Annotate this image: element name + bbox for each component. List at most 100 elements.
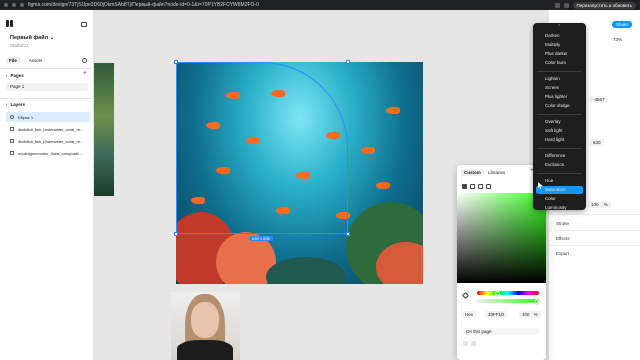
layer-name: dkdldkdl_fish_underwater_coral_re... <box>18 126 84 132</box>
chevron-up-icon: ⌃ <box>557 24 562 30</box>
alpha-unit: % <box>533 312 538 317</box>
export-section[interactable]: Export <box>556 251 569 256</box>
radial-gradient-icon[interactable] <box>478 184 483 189</box>
alpha-slider[interactable] <box>477 299 539 303</box>
zoom-level[interactable]: 73% <box>613 37 622 42</box>
image-icon <box>10 151 14 155</box>
fill-type-selector <box>462 184 491 189</box>
y-position-field[interactable]: -4567 <box>590 96 608 103</box>
divider <box>548 230 640 231</box>
resize-handle[interactable] <box>174 232 178 236</box>
opacity-unit: % <box>603 202 608 207</box>
ellipse-icon <box>10 115 14 119</box>
file-title[interactable]: Первый файл ⌄ <box>10 35 54 41</box>
layer-name: orpdragonmoohe_floral_compositi... <box>18 150 82 156</box>
reload-icon[interactable] <box>20 3 24 7</box>
extension-icon[interactable] <box>554 2 560 8</box>
tab-custom[interactable]: Custom <box>461 169 484 176</box>
person-shirt <box>177 340 233 360</box>
tab-assets[interactable]: Assets <box>26 57 46 64</box>
stroke-section[interactable]: Stroke <box>556 221 569 226</box>
forward-icon[interactable] <box>12 3 16 7</box>
layer-name: dkdldkdl_fish_underwater_coral_re... <box>18 138 84 144</box>
blend-mode-item[interactable]: Overlay <box>545 119 561 124</box>
blend-mode-item[interactable]: Plus lighter <box>545 94 567 99</box>
blend-mode-item[interactable]: Multiply <box>545 42 560 47</box>
floral-image-strip[interactable] <box>94 63 114 196</box>
menu-divider <box>537 173 582 174</box>
layers-label: Layers <box>10 102 26 107</box>
blend-mode-item[interactable]: Luminosity <box>545 205 567 210</box>
eyedropper-icon[interactable] <box>461 291 470 300</box>
resize-handle[interactable] <box>346 232 350 236</box>
layer-item[interactable]: dkdldkdl_fish_underwater_coral_re... <box>6 124 90 134</box>
color-swatch[interactable] <box>463 341 468 346</box>
tab-libraries[interactable]: Libraries <box>485 169 508 176</box>
solid-fill-icon[interactable] <box>462 184 467 189</box>
back-icon[interactable] <box>4 3 8 7</box>
effects-section[interactable]: Effects <box>556 236 570 241</box>
address-bar[interactable]: figma.com/design/73TjSUpe3D60jOkmSAb8Tj/… <box>28 2 551 8</box>
pages-header[interactable]: › Pages <box>6 73 24 78</box>
webcam-overlay <box>171 292 240 360</box>
layer-item[interactable]: orpdragonmoohe_floral_compositi... <box>6 148 90 158</box>
search-icon[interactable] <box>82 58 87 63</box>
size-field[interactable]: 630 <box>590 139 604 146</box>
blend-mode-item[interactable]: Color <box>545 196 556 201</box>
layer-item[interactable]: Ellipse 1 <box>6 112 90 122</box>
hue-handle[interactable] <box>494 290 500 296</box>
hex-input[interactable]: 33FF1D <box>485 311 508 318</box>
layer-name: Ellipse 1 <box>18 114 34 120</box>
blend-mode-item[interactable]: Difference <box>545 153 565 158</box>
layer-item[interactable]: dkdldkdl_fish_underwater_coral_re... <box>6 136 90 146</box>
blend-mode-item[interactable]: Screen <box>545 85 559 90</box>
add-page-icon[interactable]: + <box>83 70 87 77</box>
blend-mode-item[interactable]: Plus darker <box>545 51 568 56</box>
color-swatch[interactable] <box>471 341 476 346</box>
blend-mode-item[interactable]: Hard light <box>545 137 564 142</box>
panel-tabs: File Assets <box>6 57 45 64</box>
opacity-field[interactable]: 100 % <box>588 201 611 208</box>
chevron-right-icon: › <box>6 73 8 78</box>
coral-shape <box>266 257 346 284</box>
blend-mode-item[interactable]: Saturation <box>545 187 566 192</box>
extension-icon[interactable] <box>563 2 569 8</box>
team-name: Starbizzz <box>10 43 29 48</box>
hue-slider[interactable] <box>477 291 539 295</box>
sidebar-toggle-icon[interactable] <box>81 22 87 27</box>
resize-handle[interactable] <box>174 60 178 64</box>
divider <box>0 68 94 69</box>
page-item[interactable]: Page 1 <box>6 83 88 91</box>
blend-mode-item[interactable]: Hue <box>545 178 553 183</box>
blend-mode-item[interactable]: Lighten <box>545 76 560 81</box>
menu-divider <box>537 71 582 72</box>
image-fill-icon[interactable] <box>486 184 491 189</box>
resize-handle[interactable] <box>346 60 350 64</box>
left-panel: Первый файл ⌄ Starbizzz File Assets › Pa… <box>0 10 94 360</box>
chevron-down-icon: › <box>6 102 8 107</box>
update-button[interactable]: Перезапустить и обновить <box>572 1 636 9</box>
layers-header[interactable]: › Layers <box>6 102 25 107</box>
divider <box>0 98 94 99</box>
linear-gradient-icon[interactable] <box>470 184 475 189</box>
fish-shape <box>386 107 400 114</box>
person-face <box>191 302 219 338</box>
color-format-select[interactable]: Hex <box>462 311 477 318</box>
tab-file[interactable]: File <box>6 57 20 64</box>
file-name: Первый файл <box>10 35 49 41</box>
share-button[interactable]: Share <box>612 21 633 28</box>
image-icon <box>10 127 14 131</box>
pages-label: Pages <box>10 73 24 78</box>
blend-mode-item[interactable]: Darken <box>545 33 560 38</box>
browser-toolbar: figma.com/design/73TjSUpe3D60jOkmSAb8Tj/… <box>0 0 640 10</box>
figma-logo-icon[interactable] <box>6 20 13 27</box>
ellipse-selection[interactable] <box>176 62 348 234</box>
alpha-handle[interactable] <box>534 298 539 304</box>
blend-mode-item[interactable]: Soft light <box>545 128 563 133</box>
blend-mode-item[interactable]: Exclusion <box>545 162 564 167</box>
scope-select[interactable]: On this page <box>463 328 539 335</box>
alpha-input[interactable]: 100 % <box>519 311 541 318</box>
blend-mode-item[interactable]: Color burn <box>545 60 566 65</box>
blend-mode-item[interactable]: Color dodge <box>545 103 570 108</box>
blend-mode-menu: ⌃ Darken Multiply Plus darker Color burn Lig… <box>533 23 586 210</box>
